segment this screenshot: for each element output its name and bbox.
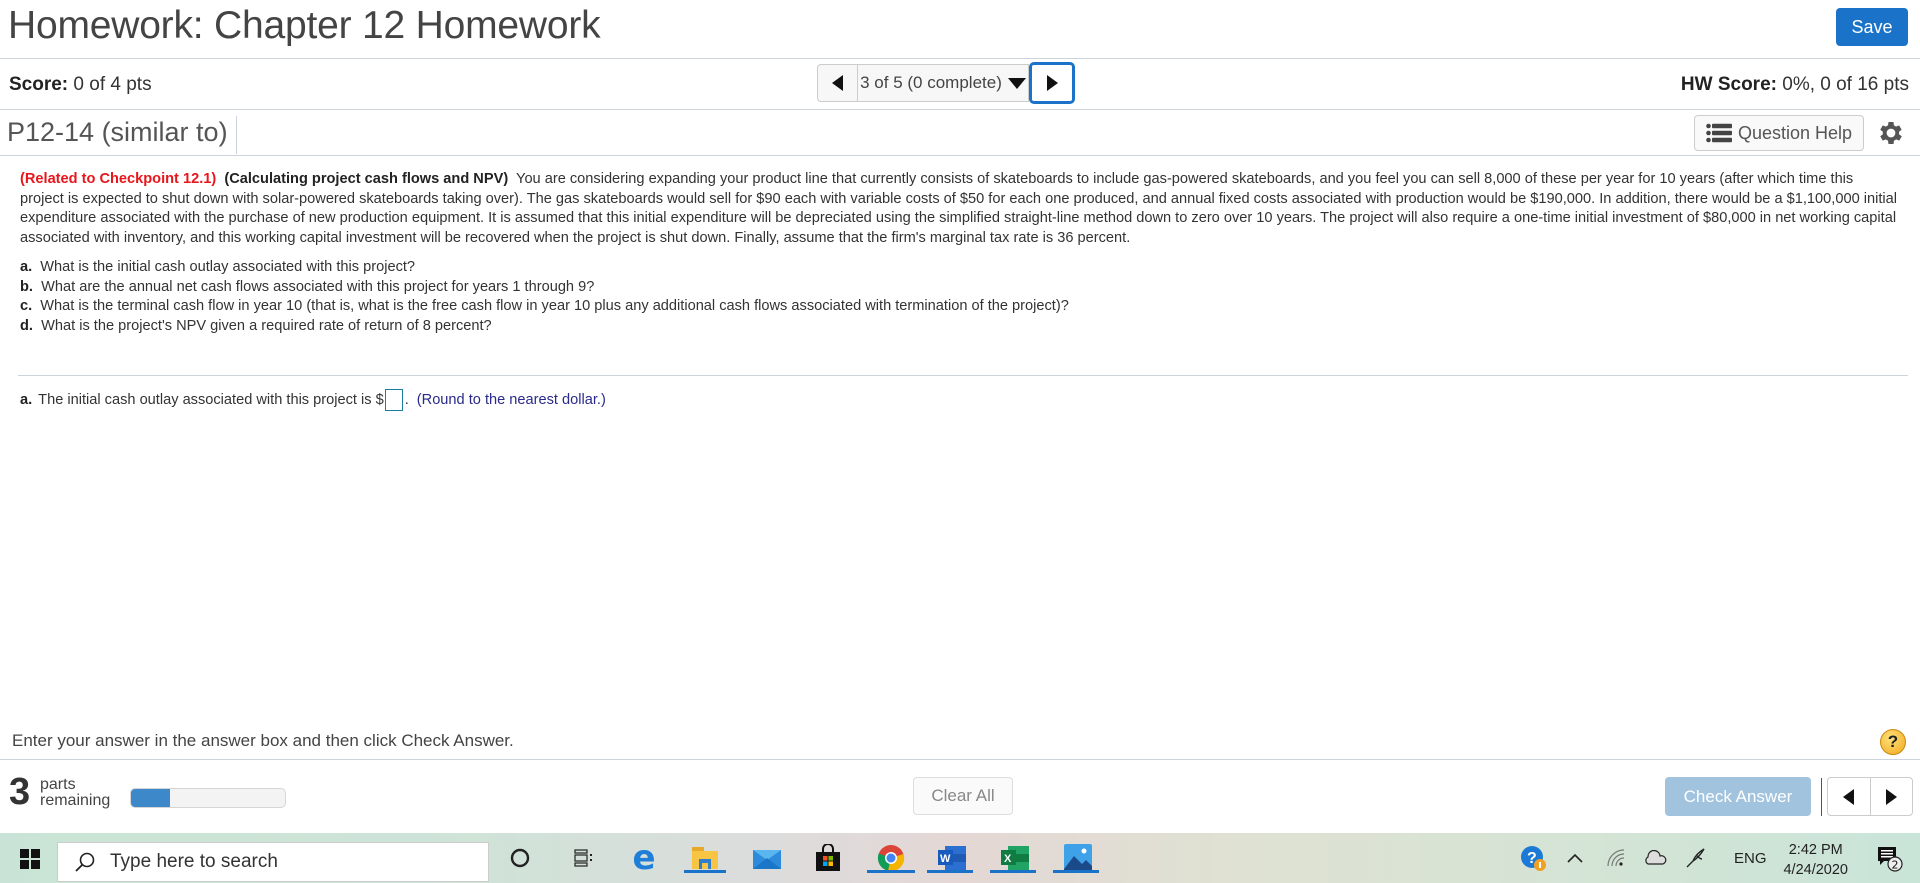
photos-icon[interactable] bbox=[1053, 843, 1099, 873]
arrow-right-icon bbox=[1046, 75, 1058, 91]
previous-question-button[interactable] bbox=[817, 64, 857, 102]
active-indicator bbox=[990, 870, 1036, 873]
question-item: d. What is the project's NPV given a req… bbox=[20, 317, 1900, 337]
search-icon bbox=[75, 852, 95, 872]
question-navigator: 3 of 5 (0 complete) bbox=[817, 62, 1075, 104]
question-letter: a. bbox=[20, 259, 33, 275]
score: Score: 0 of 4 pts bbox=[9, 74, 152, 96]
question-text: What is the project's NPV given a requir… bbox=[41, 317, 492, 334]
pen-icon[interactable] bbox=[1681, 843, 1711, 873]
cortana-icon[interactable] bbox=[505, 843, 535, 873]
parts-progress-bar bbox=[130, 788, 286, 808]
answer-letter: a. bbox=[20, 392, 33, 408]
footer-separator bbox=[1821, 778, 1822, 816]
save-button[interactable]: Save bbox=[1836, 8, 1908, 46]
problem-statement: (Related to Checkpoint 12.1) (Calculatin… bbox=[20, 170, 1900, 336]
question-letter: d. bbox=[20, 317, 33, 334]
footer-nav bbox=[1827, 777, 1913, 816]
windows-start-icon[interactable] bbox=[20, 849, 40, 869]
question-item: b. What are the annual net cash flows as… bbox=[20, 278, 1900, 298]
excel-icon[interactable]: X bbox=[990, 843, 1036, 873]
question-letter: c. bbox=[20, 298, 33, 314]
parts-label-line1: parts bbox=[40, 776, 76, 793]
active-indicator bbox=[684, 870, 726, 873]
clock-date: 4/24/2020 bbox=[1783, 862, 1848, 878]
answer-prompt: The initial cash outlay associated with … bbox=[38, 392, 384, 408]
progress-fill bbox=[131, 789, 170, 807]
file-explorer-icon[interactable] bbox=[684, 843, 726, 873]
related-checkpoint: (Related to Checkpoint 12.1) bbox=[20, 171, 217, 187]
check-answer-button[interactable]: Check Answer bbox=[1665, 777, 1811, 816]
next-question-button[interactable] bbox=[1029, 62, 1075, 104]
gear-icon[interactable] bbox=[1876, 118, 1906, 148]
active-indicator bbox=[867, 870, 915, 873]
question-selector-dropdown[interactable]: 3 of 5 (0 complete) bbox=[857, 64, 1029, 102]
caret-down-icon bbox=[1007, 77, 1026, 89]
language-indicator[interactable]: ENG bbox=[1734, 833, 1767, 883]
windows-taskbar: Type here to search e W X ? ENG 2:42 PM … bbox=[0, 833, 1920, 883]
question-help-button[interactable]: Question Help bbox=[1694, 115, 1864, 151]
onedrive-icon[interactable] bbox=[1640, 843, 1670, 873]
footer-divider bbox=[0, 759, 1920, 760]
clear-all-button[interactable]: Clear All bbox=[913, 777, 1013, 815]
instruction-text: Enter your answer in the answer box and … bbox=[12, 731, 514, 750]
wifi-icon[interactable] bbox=[1601, 843, 1631, 873]
arrow-left-icon bbox=[1843, 788, 1855, 805]
question-help-label: Question Help bbox=[1737, 122, 1853, 143]
hw-score-label: HW Score: bbox=[1680, 74, 1777, 95]
rounding-hint: (Round to the nearest dollar.) bbox=[416, 392, 606, 408]
notification-count: 2 bbox=[1892, 859, 1899, 872]
content-divider bbox=[18, 375, 1908, 376]
answer-suffix: . bbox=[404, 392, 409, 408]
edge-icon[interactable]: e bbox=[629, 841, 659, 875]
word-icon[interactable]: W bbox=[927, 843, 973, 873]
question-text: What is the initial cash outlay associat… bbox=[40, 259, 416, 275]
help-icon[interactable]: ? bbox=[1880, 729, 1906, 755]
active-indicator bbox=[927, 870, 973, 873]
problem-text: (Related to Checkpoint 12.1) (Calculatin… bbox=[20, 170, 1900, 248]
question-text: What is the terminal cash flow in year 1… bbox=[40, 298, 1069, 314]
problem-topic: (Calculating project cash flows and NPV) bbox=[224, 171, 509, 187]
arrow-left-icon bbox=[832, 75, 843, 91]
answer-input[interactable] bbox=[384, 389, 403, 411]
microsoft-store-icon[interactable] bbox=[813, 843, 843, 873]
parts-remaining-label: parts remaining bbox=[40, 777, 110, 809]
clock-time: 2:42 PM bbox=[1788, 842, 1843, 858]
hw-score: HW Score: 0%, 0 of 16 pts bbox=[1681, 74, 1909, 96]
page-title: Homework: Chapter 12 Homework bbox=[8, 4, 601, 47]
notification-center-icon[interactable]: 2 bbox=[1876, 845, 1904, 873]
chrome-icon[interactable] bbox=[867, 843, 915, 873]
question-item: c. What is the terminal cash flow in yea… bbox=[20, 297, 1900, 317]
question-letter: b. bbox=[20, 278, 33, 295]
help-tray-icon[interactable]: ? bbox=[1518, 843, 1548, 873]
taskbar-search-box[interactable]: Type here to search bbox=[57, 842, 489, 882]
footer-next-button[interactable] bbox=[1871, 778, 1913, 815]
arrow-right-icon bbox=[1885, 788, 1897, 805]
question-id: P12-14 (similar to) bbox=[7, 116, 237, 154]
chevron-up-icon[interactable] bbox=[1560, 843, 1590, 873]
question-list: a. What is the initial cash outlay assoc… bbox=[20, 258, 1900, 336]
footer-previous-button[interactable] bbox=[1828, 778, 1871, 815]
hw-score-value: 0%, 0 of 16 pts bbox=[1782, 74, 1909, 95]
score-label: Score: bbox=[9, 74, 69, 95]
mail-icon[interactable] bbox=[752, 843, 782, 873]
page-header: Homework: Chapter 12 Homework Save bbox=[0, 0, 1920, 59]
parts-label-line2: remaining bbox=[40, 792, 111, 809]
svg-text:W: W bbox=[940, 853, 951, 865]
svg-text:X: X bbox=[1004, 853, 1012, 865]
parts-remaining-count: 3 bbox=[9, 771, 31, 813]
answer-row: a. The initial cash outlay associated wi… bbox=[20, 389, 606, 411]
question-bar: P12-14 (similar to) Question Help bbox=[0, 110, 1920, 156]
question-item: a. What is the initial cash outlay assoc… bbox=[20, 258, 1900, 278]
score-bar: Score: 0 of 4 pts 3 of 5 (0 complete) HW… bbox=[0, 59, 1920, 110]
task-view-icon[interactable] bbox=[569, 843, 599, 873]
score-value: 0 of 4 pts bbox=[73, 74, 152, 95]
taskbar-clock[interactable]: 2:42 PM 4/24/2020 bbox=[1783, 840, 1848, 880]
question-text: What are the annual net cash flows assoc… bbox=[41, 278, 595, 295]
search-placeholder: Type here to search bbox=[110, 851, 278, 872]
question-selector-label: 3 of 5 (0 complete) bbox=[860, 73, 1002, 92]
active-indicator bbox=[1053, 870, 1099, 873]
list-icon bbox=[1706, 123, 1732, 143]
